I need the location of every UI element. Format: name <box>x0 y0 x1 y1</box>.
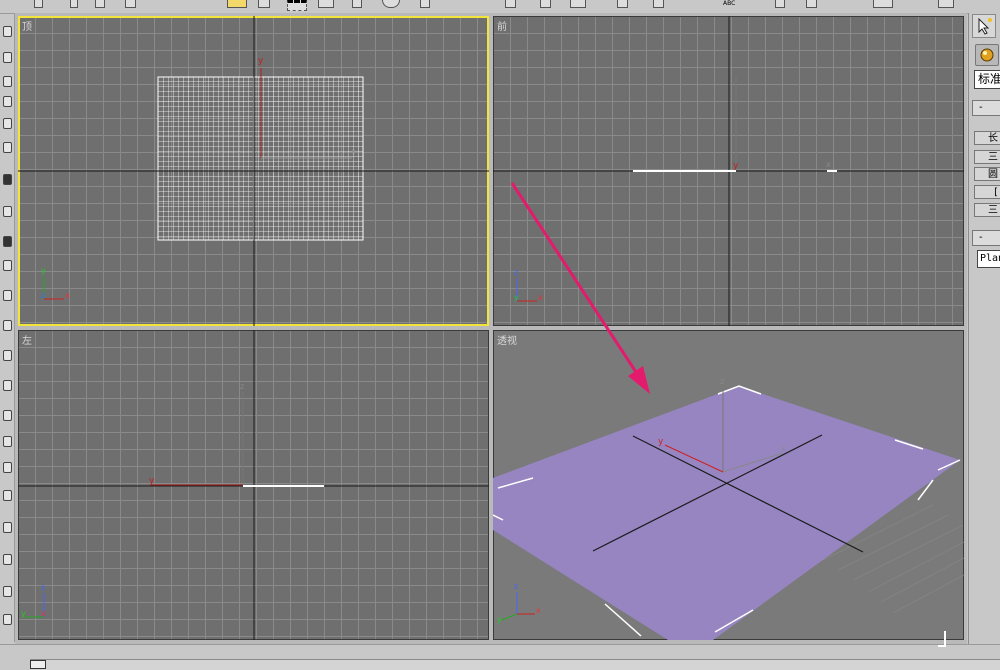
spinner-snap-icon[interactable] <box>653 0 664 8</box>
main-toolbar: ABC <box>0 0 968 14</box>
object-button-box[interactable]: 长 <box>974 131 1000 145</box>
object-button-pyramid[interactable]: [ <box>974 185 1000 199</box>
triad-y-line <box>501 613 518 621</box>
snap-toggle-icon[interactable] <box>540 0 551 8</box>
mirror-icon[interactable] <box>775 0 785 8</box>
triad-z-label: z <box>514 582 518 591</box>
left-tool-icon[interactable] <box>3 380 12 391</box>
angle-snap-icon[interactable] <box>570 0 586 8</box>
gizmo-x-label: x <box>781 444 786 453</box>
left-tool-icon[interactable] <box>3 462 12 473</box>
triad-z-label: z <box>41 583 45 592</box>
gizmo-y-label: y <box>658 437 664 447</box>
create-tab[interactable] <box>972 14 996 38</box>
window-crossing-icon[interactable] <box>318 0 334 8</box>
use-pivot-icon[interactable] <box>505 0 516 8</box>
triad-x-label: x <box>536 606 541 615</box>
gizmo-y-label: y <box>258 56 264 66</box>
bind-spacewarp-icon[interactable] <box>125 0 136 8</box>
link-icon[interactable] <box>70 0 78 8</box>
left-tool-icon[interactable] <box>3 290 12 301</box>
gizmo-z-label: z <box>720 377 724 386</box>
viewport-top-scene: y x y z x <box>18 16 489 326</box>
left-tool-icon[interactable] <box>3 410 12 421</box>
triad-y-label: y <box>514 293 519 302</box>
gizmo-z-label: z <box>240 382 244 391</box>
left-tool-icon[interactable] <box>3 26 12 37</box>
left-tool-icon[interactable] <box>3 174 12 185</box>
gizmo-x-label: x <box>826 160 831 169</box>
left-tool-icon[interactable] <box>3 206 12 217</box>
left-tool-icon[interactable] <box>3 118 12 129</box>
triad-x-label: x <box>65 291 70 300</box>
left-tool-icon[interactable] <box>3 76 12 87</box>
geometry-category-button[interactable] <box>975 44 999 66</box>
left-tool-icon[interactable] <box>3 614 12 625</box>
triad-y-label: y <box>497 615 502 624</box>
object-name-field[interactable]: Plane01 <box>977 250 1000 268</box>
left-tool-icon[interactable] <box>3 490 12 501</box>
curve-editor-icon[interactable] <box>873 0 893 8</box>
rectangular-selection-icon[interactable] <box>287 0 307 11</box>
material-editor-icon[interactable] <box>938 0 954 8</box>
left-tool-icon[interactable] <box>3 260 12 271</box>
select-by-name-icon[interactable] <box>258 0 270 8</box>
scroll-handle[interactable] <box>938 631 946 647</box>
time-slider-track[interactable] <box>30 659 1000 670</box>
triad-x-label: x <box>538 293 543 302</box>
left-tool-icon[interactable] <box>3 586 12 597</box>
triad-z-label: z <box>514 268 518 277</box>
object-button-cone[interactable]: 三 <box>974 150 1000 164</box>
object-button-cylinder[interactable]: 圆 <box>974 167 1000 181</box>
triad-x-label: x <box>41 609 46 618</box>
maximize-toggle-icon[interactable] <box>30 660 46 669</box>
left-toolbar <box>0 14 15 642</box>
undo-icon[interactable] <box>34 0 43 8</box>
left-tool-icon[interactable] <box>3 142 12 153</box>
abc-spell-icon[interactable]: ABC <box>723 0 735 7</box>
create-cursor-icon <box>978 17 992 35</box>
select-scale-icon[interactable] <box>420 0 430 8</box>
percent-snap-icon[interactable] <box>617 0 628 8</box>
left-tool-icon[interactable] <box>3 436 12 447</box>
left-tool-icon[interactable] <box>3 96 12 107</box>
align-icon[interactable] <box>806 0 817 8</box>
select-rotate-icon[interactable] <box>382 0 400 8</box>
left-tool-icon[interactable] <box>3 320 12 331</box>
viewport-top[interactable]: 顶 y x y z x <box>18 16 489 326</box>
viewport-perspective-scene: y z x z y x <box>493 377 964 640</box>
viewport-area: 顶 y x y z x 前 y x z y x 左 y z z y x 透视 y… <box>15 13 967 644</box>
left-tool-icon[interactable] <box>3 554 12 565</box>
unlink-icon[interactable] <box>95 0 105 8</box>
viewport-perspective[interactable]: 透视 y z x z y x <box>493 330 964 640</box>
gizmo-y-label: y <box>149 476 155 486</box>
object-category-dropdown[interactable]: 标准基本体 <box>974 70 1000 89</box>
plane-object-perspective <box>493 386 960 640</box>
name-color-rollout-header[interactable]: - <box>972 230 1000 246</box>
sphere-icon <box>980 48 994 62</box>
object-type-rollout-header[interactable]: - <box>972 100 1000 116</box>
viewport-left-scene: y z z y x <box>18 330 489 640</box>
viewport-left[interactable]: 左 y z z y x <box>18 330 489 640</box>
left-tool-icon[interactable] <box>3 236 12 247</box>
triad-y-label: y <box>21 609 26 618</box>
select-move-icon[interactable] <box>352 0 362 8</box>
left-tool-icon[interactable] <box>3 350 12 361</box>
gizmo-x-label: x <box>351 147 356 156</box>
gizmo-y-label: y <box>733 161 739 171</box>
left-tool-icon[interactable] <box>3 52 12 63</box>
viewport-front-scene: y x z y x <box>493 16 964 326</box>
triad-z-label: z <box>41 291 45 300</box>
viewport-front[interactable]: 前 y x z y x <box>493 16 964 326</box>
object-button-plane[interactable]: 三 <box>974 203 1000 217</box>
triad-y-label: y <box>41 266 46 275</box>
left-tool-icon[interactable] <box>3 522 12 533</box>
select-object-icon[interactable] <box>227 0 247 8</box>
